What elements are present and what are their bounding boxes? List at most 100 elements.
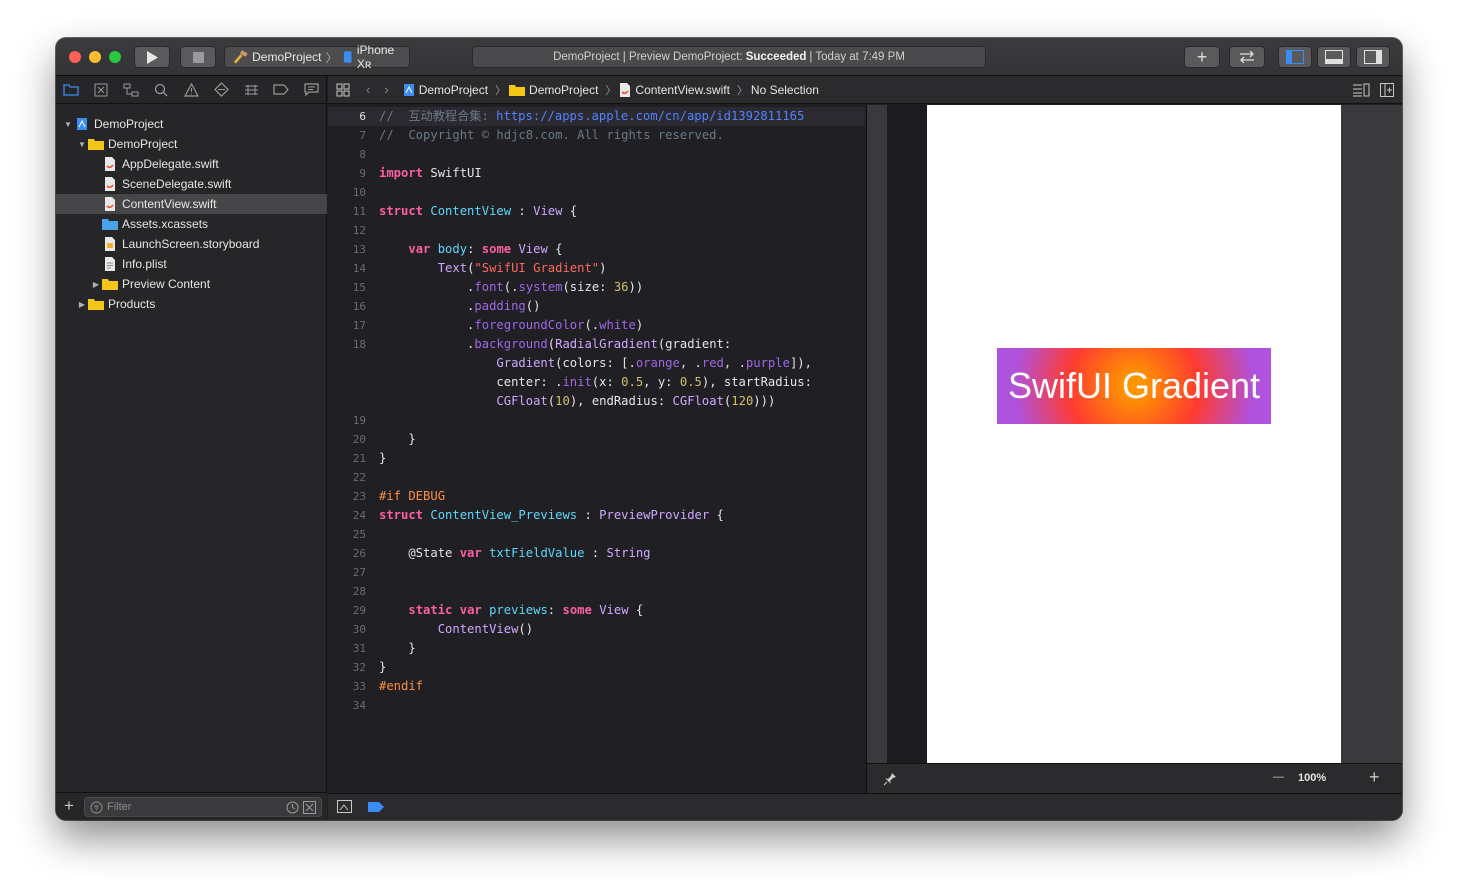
disclosure-closed-icon[interactable]: ▶ xyxy=(76,300,88,309)
stop-button[interactable] xyxy=(180,46,216,68)
code-line[interactable]: 14 Text("SwifUI Gradient") xyxy=(328,259,865,278)
code-token: background xyxy=(474,337,548,351)
zoom-window-button[interactable] xyxy=(109,51,121,63)
toggle-debug-area-button[interactable] xyxy=(1317,46,1351,68)
code-token: , . xyxy=(723,356,746,370)
report-icon[interactable] xyxy=(302,82,320,98)
scm-filter-icon[interactable] xyxy=(303,801,316,814)
tree-item-contentview-swift[interactable]: ContentView.swift xyxy=(56,194,327,214)
breakpoints-toggle-icon[interactable] xyxy=(368,802,384,812)
tree-item-demoproject[interactable]: ▼ DemoProject xyxy=(56,134,327,154)
zoom-in-button[interactable]: + xyxy=(1369,767,1380,788)
forward-arrow-icon[interactable]: › xyxy=(384,82,388,97)
code-review-button[interactable] xyxy=(1229,46,1265,68)
code-line[interactable]: 34 xyxy=(328,696,865,715)
hide-debug-area-icon[interactable] xyxy=(337,800,352,813)
code-line[interactable]: CGFloat(10), endRadius: CGFloat(120))) xyxy=(328,392,865,411)
source-control-icon[interactable] xyxy=(92,82,110,98)
line-number: 11 xyxy=(352,205,366,218)
minimize-window-button[interactable] xyxy=(89,51,101,63)
code-line[interactable]: 23 #if DEBUG xyxy=(328,487,865,506)
code-line[interactable]: 31 } xyxy=(328,639,865,658)
code-line[interactable]: 30 ContentView() xyxy=(328,620,865,639)
code-line[interactable]: 19 xyxy=(328,411,865,430)
tree-item-assets-xcassets[interactable]: Assets.xcassets xyxy=(56,214,327,234)
code-line[interactable]: 32} xyxy=(328,658,865,677)
zoom-level[interactable]: 100% xyxy=(1298,772,1326,784)
code-token: } xyxy=(379,432,416,446)
adjust-editor-options-icon[interactable] xyxy=(1352,83,1370,97)
code-line[interactable]: 33 #endif xyxy=(328,677,865,696)
run-button[interactable] xyxy=(134,46,170,68)
code-line[interactable]: 25 xyxy=(328,525,865,544)
close-window-button[interactable] xyxy=(69,51,81,63)
code-line[interactable]: 21} xyxy=(328,449,865,468)
tree-item-scenedelegate-swift[interactable]: SceneDelegate.swift xyxy=(56,174,327,194)
code-line[interactable]: 11 struct ContentView : View { xyxy=(328,202,865,221)
debug-navigator-icon[interactable] xyxy=(242,82,260,98)
code-line[interactable]: center: .init(x: 0.5, y: 0.5), startRadi… xyxy=(328,373,865,392)
code-line[interactable]: 8 xyxy=(328,145,865,164)
code-line[interactable]: 27 xyxy=(328,563,865,582)
zoom-out-button[interactable]: — xyxy=(1273,771,1284,783)
disclosure-open-icon[interactable]: ▼ xyxy=(62,120,74,129)
tree-item-demoproject[interactable]: ▼ DemoProject xyxy=(56,114,327,134)
code-text: Gradient(colors: [.orange, .red, .purple… xyxy=(379,354,812,373)
breakpoint-icon[interactable] xyxy=(272,82,290,98)
toggle-inspector-button[interactable] xyxy=(1356,46,1390,68)
breadcrumb-project[interactable]: DemoProject xyxy=(403,83,488,97)
code-line[interactable]: 13 var body: some View { xyxy=(328,240,865,259)
scheme-selector[interactable]: DemoProject 〉 iPhone Xʀ xyxy=(224,43,410,71)
tree-item-appdelegate-swift[interactable]: AppDelegate.swift xyxy=(56,154,327,174)
code-line[interactable]: 7 // Copyright © hdjc8.com. All rights re… xyxy=(328,126,865,145)
code-line[interactable]: 24 struct ContentView_Previews : PreviewP… xyxy=(328,506,865,525)
code-token: red xyxy=(701,356,724,370)
code-line[interactable]: 12 xyxy=(328,221,865,240)
code-line[interactable]: 22 xyxy=(328,468,865,487)
code-line[interactable]: 16 .padding() xyxy=(328,297,865,316)
code-token: Gradient xyxy=(496,356,556,370)
code-line[interactable]: Gradient(colors: [.orange, .red, .purple… xyxy=(328,354,865,373)
related-items-icon[interactable] xyxy=(336,83,350,97)
recent-files-icon[interactable] xyxy=(286,801,299,814)
code-line[interactable]: 26 @State var txtFieldValue : String xyxy=(328,544,865,563)
code-line[interactable]: 17 .foregroundColor(.white) xyxy=(328,316,865,335)
warning-icon[interactable] xyxy=(182,82,200,98)
code-line[interactable]: 10 xyxy=(328,183,865,202)
toggle-navigator-button[interactable] xyxy=(1278,46,1312,68)
code-line[interactable]: 15 .font(.system(size: 36)) xyxy=(328,278,865,297)
add-editor-icon[interactable] xyxy=(1380,83,1394,97)
code-token: ( xyxy=(547,337,556,351)
code-line[interactable]: 6 // 互动教程合集: https://apps.apple.com/cn/ap… xyxy=(328,107,865,126)
code-line[interactable]: 20 } xyxy=(328,430,865,449)
pin-icon[interactable] xyxy=(883,772,897,786)
filter-input[interactable]: Filter xyxy=(84,797,322,817)
disclosure-closed-icon[interactable]: ▶ xyxy=(90,280,102,289)
back-arrow-icon[interactable]: ‹ xyxy=(366,82,370,97)
breadcrumb-symbol[interactable]: No Selection xyxy=(751,83,819,97)
symbol-navigator-icon[interactable] xyxy=(122,82,140,98)
breadcrumb-group[interactable]: DemoProject xyxy=(509,83,598,97)
tree-item-products[interactable]: ▶ Products xyxy=(56,294,327,314)
tree-item-launchscreen-storyboard[interactable]: LaunchScreen.storyboard xyxy=(56,234,327,254)
code-token: var xyxy=(459,546,482,560)
code-line[interactable]: 29 static var previews: some View { xyxy=(328,601,865,620)
tree-item-info-plist[interactable]: Info.plist xyxy=(56,254,327,274)
code-line[interactable]: 9 import SwiftUI xyxy=(328,164,865,183)
folder-icon[interactable] xyxy=(62,82,80,98)
preview-canvas: SwifUI Gradient — 100% + xyxy=(866,105,1402,793)
breadcrumb-file[interactable]: ContentView.swift xyxy=(619,82,730,97)
source-editor[interactable]: 6 // 互动教程合集: https://apps.apple.com/cn/ap… xyxy=(328,105,865,793)
add-file-button[interactable]: + xyxy=(64,796,74,816)
code-token: orange xyxy=(635,356,680,370)
test-diamond-icon[interactable] xyxy=(212,82,230,98)
tree-item-preview-content[interactable]: ▶ Preview Content xyxy=(56,274,327,294)
library-button[interactable]: + xyxy=(1184,46,1220,68)
code-line[interactable]: 28 xyxy=(328,582,865,601)
disclosure-open-icon[interactable]: ▼ xyxy=(76,140,88,149)
preview-gradient-text[interactable]: SwifUI Gradient xyxy=(997,348,1271,424)
code-line[interactable]: 18 .background(RadialGradient(gradient: xyxy=(328,335,865,354)
toolbar: DemoProject 〉 iPhone Xʀ DemoProject | Pr… xyxy=(56,38,1402,76)
code-token: . xyxy=(379,337,475,351)
search-icon[interactable] xyxy=(152,82,170,98)
